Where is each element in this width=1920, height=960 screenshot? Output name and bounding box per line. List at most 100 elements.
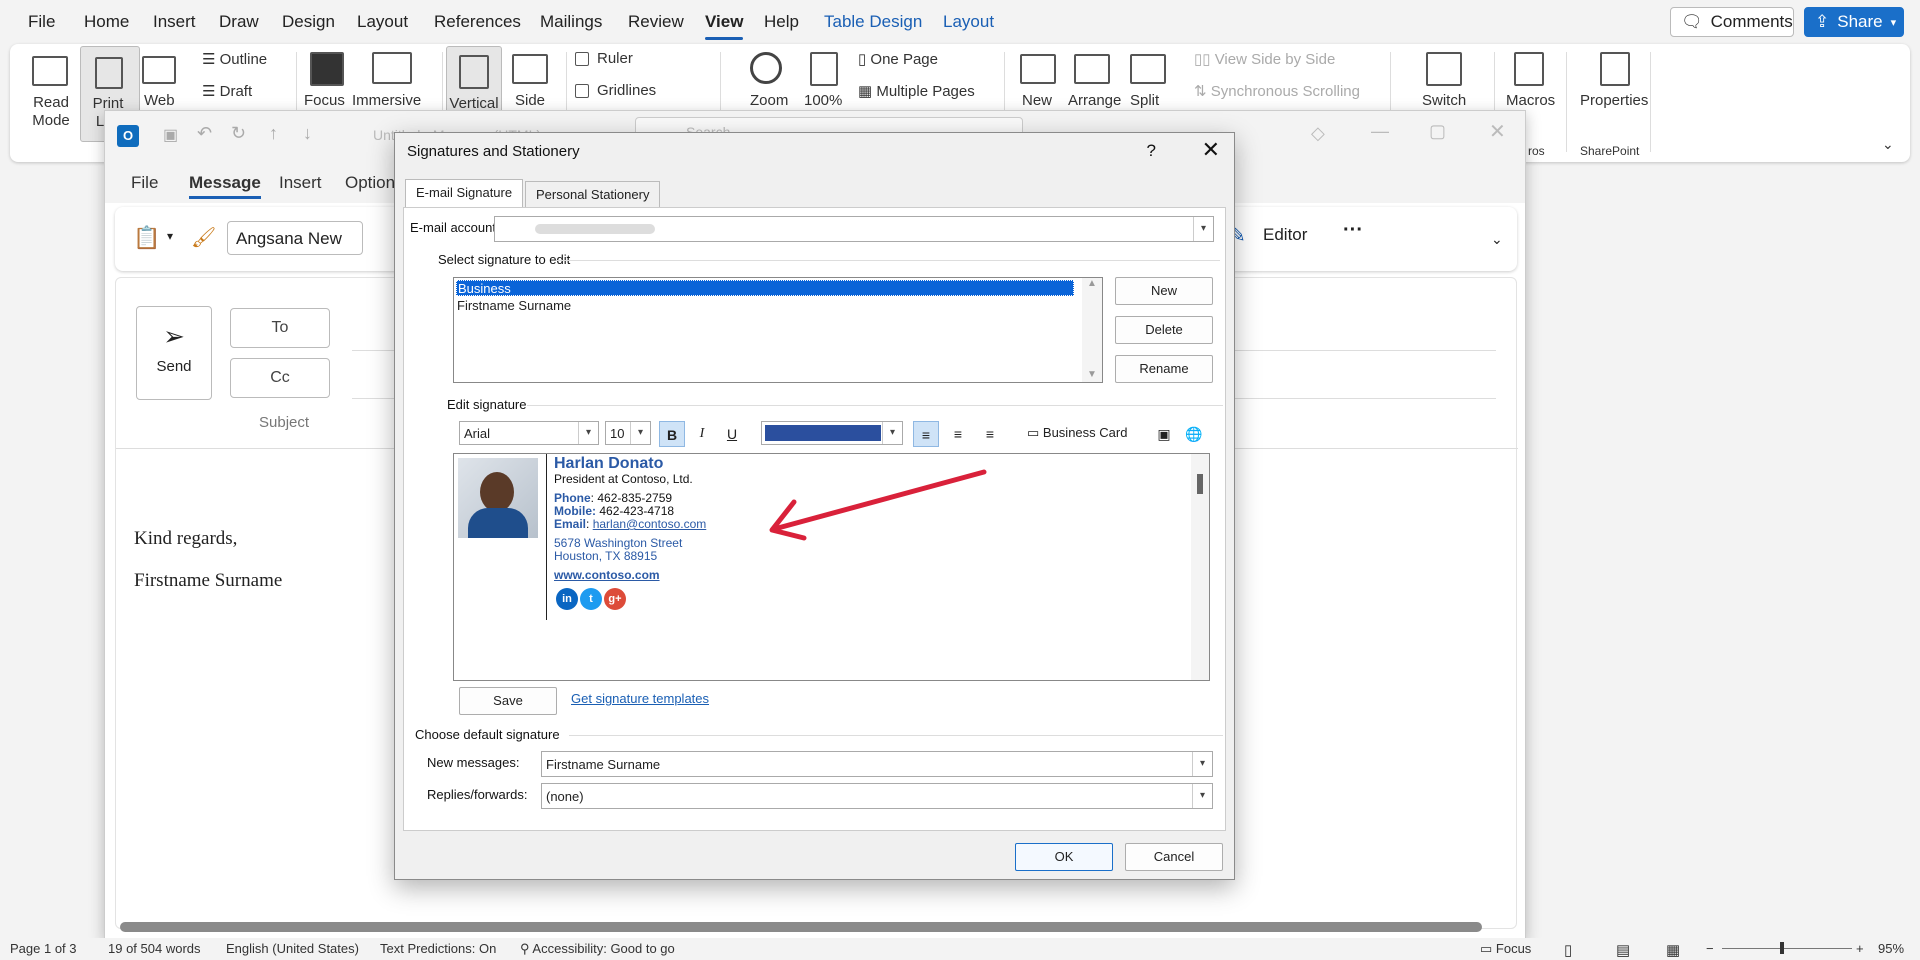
zoom-100-button[interactable]: 100% — [804, 92, 842, 109]
to-button[interactable]: To — [230, 308, 330, 348]
side-to-side-button[interactable]: Side — [510, 92, 550, 109]
help-icon[interactable]: ? — [1147, 141, 1156, 161]
ok-button[interactable]: OK — [1015, 843, 1113, 871]
align-center-icon[interactable]: ≡ — [945, 421, 971, 447]
share-button[interactable]: ⇪ Share ▾ — [1804, 7, 1904, 37]
macros-button[interactable]: Macros — [1506, 92, 1555, 109]
menu-table-layout[interactable]: Layout — [943, 12, 994, 32]
business-card-button[interactable]: ▭ Business Card — [1027, 425, 1127, 441]
paste-icon[interactable]: 📋 — [133, 225, 160, 251]
replies-forwards-select[interactable]: (none) ▾ — [541, 783, 1213, 809]
font-select[interactable]: Arial ▾ — [459, 421, 599, 445]
accessibility-status[interactable]: ⚲ Accessibility: Good to go — [520, 941, 675, 957]
menu-design[interactable]: Design — [282, 12, 335, 32]
zoom-slider[interactable] — [1722, 942, 1852, 954]
horizontal-scrollbar[interactable] — [120, 922, 1482, 932]
draft-button[interactable]: ☰ Draft — [202, 82, 252, 100]
menu-view[interactable]: View — [705, 12, 744, 40]
more-options-icon[interactable]: ··· — [1343, 219, 1363, 242]
view-side-by-side-button[interactable]: ▯▯ View Side by Side — [1194, 50, 1335, 68]
tab-insert[interactable]: Insert — [279, 173, 322, 193]
diamond-icon[interactable]: ◇ — [1311, 123, 1325, 144]
menu-table-design[interactable]: Table Design — [824, 12, 922, 32]
insert-picture-icon[interactable]: ▣ — [1151, 421, 1177, 447]
list-scrollbar[interactable]: ▲ ▼ — [1082, 278, 1102, 382]
focus-button[interactable]: Focus — [304, 92, 345, 109]
save-signature-button[interactable]: Save — [459, 687, 557, 715]
close-icon[interactable]: ✕ — [1489, 119, 1506, 144]
zoom-button[interactable]: Zoom — [750, 92, 788, 109]
read-mode-button[interactable]: Read Mode — [26, 94, 76, 130]
ribbon-collapse-icon[interactable]: ⌄ — [1882, 136, 1894, 153]
cc-button[interactable]: Cc — [230, 358, 330, 398]
print-layout-view-icon[interactable]: ▤ — [1616, 941, 1630, 959]
text-predictions-status[interactable]: Text Predictions: On — [380, 941, 496, 956]
comments-button[interactable]: 🗨 Comments — [1670, 7, 1794, 37]
menu-mailings[interactable]: Mailings — [540, 12, 602, 32]
format-painter-icon[interactable]: 🖌 — [191, 225, 216, 250]
menu-draw[interactable]: Draw — [219, 12, 259, 32]
zoom-level[interactable]: 95% — [1878, 941, 1904, 956]
zoom-in-icon[interactable]: + — [1856, 941, 1864, 956]
focus-status[interactable]: ▭ Focus — [1480, 941, 1531, 957]
page-count[interactable]: Page 1 of 3 — [10, 941, 77, 956]
signature-editor[interactable]: Harlan Donato President at Contoso, Ltd.… — [453, 453, 1210, 681]
new-signature-button[interactable]: New — [1115, 277, 1213, 305]
menu-review[interactable]: Review — [628, 12, 684, 32]
send-button[interactable]: ➢ Send — [136, 306, 212, 400]
chevron-down-icon[interactable]: ⌄ — [1491, 231, 1503, 248]
split-button[interactable]: Split — [1130, 92, 1159, 109]
undo-icon[interactable]: ↶ — [197, 123, 212, 144]
get-signature-templates-link[interactable]: Get signature templates — [571, 691, 709, 706]
menu-file[interactable]: File — [28, 12, 55, 32]
font-size-select[interactable]: 10 ▾ — [605, 421, 651, 445]
tab-email-signature[interactable]: E-mail Signature — [405, 179, 524, 209]
bold-button[interactable]: B — [659, 421, 685, 447]
delete-signature-button[interactable]: Delete — [1115, 316, 1213, 344]
body-line-1[interactable]: Kind regards, — [134, 528, 237, 550]
word-count[interactable]: 19 of 504 words — [108, 941, 201, 956]
outline-button[interactable]: ☰ Outline — [202, 50, 267, 68]
properties-button[interactable]: Properties — [1580, 92, 1648, 109]
one-page-button[interactable]: ▯ One Page — [858, 50, 938, 68]
list-item[interactable]: Business — [456, 280, 1074, 296]
synchronous-scrolling-button[interactable]: ⇅ Synchronous Scrolling — [1194, 82, 1360, 100]
read-mode-view-icon[interactable]: ▯ — [1564, 941, 1572, 959]
redo-icon[interactable]: ↻ — [231, 123, 246, 144]
multiple-pages-button[interactable]: ▦ Multiple Pages — [858, 82, 975, 100]
new-messages-select[interactable]: Firstname Surname ▾ — [541, 751, 1213, 777]
menu-layout[interactable]: Layout — [357, 12, 408, 32]
align-left-icon[interactable]: ≡ — [913, 421, 939, 447]
rename-signature-button[interactable]: Rename — [1115, 355, 1213, 383]
language-status[interactable]: English (United States) — [226, 941, 359, 956]
editor-scrollbar[interactable] — [1191, 454, 1209, 680]
signature-list[interactable]: Business Firstname Surname ▲ ▼ — [453, 277, 1103, 383]
zoom-out-icon[interactable]: − — [1706, 941, 1714, 956]
email-account-select[interactable]: ▾ — [494, 216, 1214, 242]
ruler-checkbox[interactable]: Ruler — [575, 50, 633, 67]
arrow-up-icon[interactable]: ↑ — [269, 123, 278, 144]
tab-personal-stationery[interactable]: Personal Stationery — [525, 181, 661, 207]
minimize-icon[interactable]: — — [1371, 121, 1389, 142]
arrange-button[interactable]: Arrange — [1068, 92, 1121, 109]
menu-help[interactable]: Help — [764, 12, 799, 32]
web-layout-view-icon[interactable]: ▦ — [1666, 941, 1680, 959]
tab-message[interactable]: Message — [189, 173, 261, 199]
menu-references[interactable]: References — [434, 12, 521, 32]
maximize-icon[interactable]: ▢ — [1429, 121, 1446, 142]
gridlines-checkbox[interactable]: Gridlines — [575, 82, 656, 99]
body-line-2[interactable]: Firstname Surname — [134, 570, 282, 592]
underline-button[interactable]: U — [719, 421, 745, 447]
web-layout-button[interactable]: Web — [144, 92, 175, 109]
menu-insert[interactable]: Insert — [153, 12, 196, 32]
switch-windows-button[interactable]: Switch — [1422, 92, 1466, 109]
arrow-down-icon[interactable]: ↓ — [303, 123, 312, 144]
menu-home[interactable]: Home — [84, 12, 129, 32]
close-icon[interactable]: ✕ — [1202, 137, 1220, 163]
italic-button[interactable]: I — [689, 421, 715, 447]
tab-options[interactable]: Option — [345, 173, 395, 193]
save-icon[interactable]: ▣ — [163, 125, 178, 145]
text-color-select[interactable]: ▾ — [761, 421, 903, 445]
insert-hyperlink-icon[interactable]: 🌐 — [1181, 421, 1207, 447]
chevron-down-icon[interactable]: ▾ — [167, 229, 173, 243]
